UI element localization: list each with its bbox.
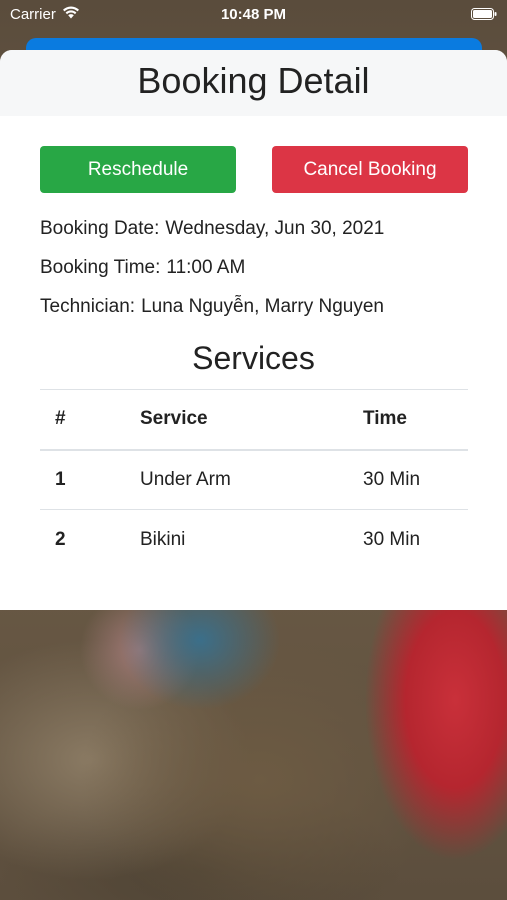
technician-line: Technician: Luna Nguyễn, Marry Nguyen bbox=[40, 296, 384, 318]
status-time: 10:48 PM bbox=[220, 6, 287, 23]
table-row: 2 Bikini 30 Min bbox=[40, 510, 468, 570]
row-number: 1 bbox=[55, 468, 66, 490]
page-title: Booking Detail bbox=[137, 60, 370, 101]
row-time: 30 Min bbox=[363, 528, 421, 550]
booking-detail-sheet: Booking Detail Reschedule Cancel Booking… bbox=[0, 50, 507, 610]
reschedule-button[interactable]: Reschedule bbox=[40, 146, 236, 193]
booking-date-label: Booking Date: bbox=[40, 218, 160, 239]
booking-date-line: Booking Date: Wednesday, Jun 30, 2021 bbox=[40, 218, 384, 240]
column-header-time: Time bbox=[363, 408, 408, 430]
booking-time-line: Booking Time: 11:00 AM bbox=[40, 257, 245, 279]
cancel-booking-button[interactable]: Cancel Booking bbox=[272, 146, 468, 193]
row-service: Under Arm bbox=[140, 468, 231, 490]
table-row: 1 Under Arm 30 Min bbox=[40, 450, 468, 510]
technician-value: Luna Nguyễn, Marry Nguyen bbox=[141, 296, 384, 317]
row-time: 30 Min bbox=[363, 468, 421, 490]
services-title: Services bbox=[192, 340, 315, 376]
table-header-row: # Service Time bbox=[40, 389, 468, 450]
services-table: # Service Time 1 Under Arm 30 Min 2 Biki… bbox=[40, 389, 468, 570]
technician-label: Technician: bbox=[40, 296, 136, 317]
row-service: Bikini bbox=[140, 528, 186, 550]
sheet-header: Booking Detail bbox=[0, 50, 507, 116]
booking-date-value: Wednesday, Jun 30, 2021 bbox=[165, 218, 385, 239]
row-number: 2 bbox=[55, 528, 66, 550]
column-header-service: Service bbox=[140, 408, 208, 430]
battery-icon bbox=[471, 8, 497, 20]
booking-time-value: 11:00 AM bbox=[166, 257, 246, 278]
booking-time-label: Booking Time: bbox=[40, 257, 161, 278]
column-header-number: # bbox=[55, 408, 66, 430]
status-bar: Carrier 10:48 PM bbox=[0, 0, 507, 30]
